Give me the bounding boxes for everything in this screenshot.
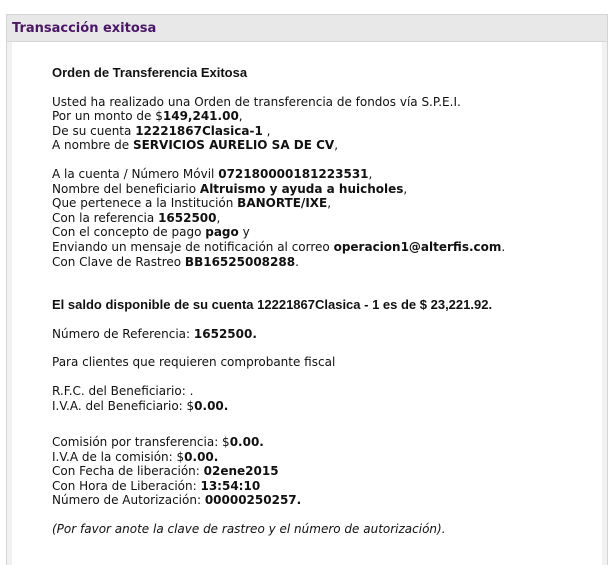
amount-value: 149,241.00 — [162, 109, 239, 124]
email-value: operacion1@alterfis.com — [333, 239, 502, 254]
dest-institution: Que pertenece a la Institución BANORTE/I… — [52, 196, 332, 211]
commission-value: 0.00. — [229, 435, 264, 450]
balance-line: El saldo disponible de su cuenta 1222186… — [52, 297, 493, 313]
authorization-value: 00000250257. — [204, 493, 302, 508]
authorization-number: Número de Autorización: 00000250257. — [52, 493, 302, 508]
dest-concept: Con el concepto de pago pago y — [52, 225, 250, 240]
order-intro: Usted ha realizado una Orden de transfer… — [52, 94, 461, 109]
reference-value: 1652500 — [158, 210, 217, 225]
fiscal-note: Para clientes que requieren comprobante … — [52, 355, 336, 370]
panel-title: Transacción exitosa — [7, 15, 607, 42]
reference-number-value: 1652500. — [193, 326, 257, 341]
dest-tracking: Con Clave de Rastreo BB16525008288. — [52, 254, 299, 269]
dest-reference: Con la referencia 1652500, — [52, 210, 221, 225]
order-amount: Por un monto de $149,241.00, — [52, 109, 243, 124]
dest-beneficiary: Nombre del beneficiario Altruismo y ayud… — [52, 181, 408, 196]
fiscal-iva: I.V.A. del Beneficiario: $0.00. — [52, 398, 229, 413]
order-account: De su cuenta 12221867Clasica-1 , — [52, 123, 271, 138]
fiscal-iva-value: 0.00. — [194, 398, 229, 413]
receipt-card: Orden de Transferencia Exitosa Usted ha … — [12, 42, 602, 565]
release-date: Con Fecha de liberación: 02ene2015 — [52, 464, 279, 479]
reference-number: Número de Referencia: 1652500. — [52, 326, 257, 341]
release-date-value: 02ene2015 — [203, 464, 279, 479]
institution-value: BANORTE/IXE — [237, 196, 328, 211]
fee-iva: I.V.A de la comisión: $0.00. — [52, 449, 219, 464]
name-value: SERVICIOS AURELIO SA DE CV — [132, 138, 335, 153]
account-value: 12221867Clasica-1 — [135, 123, 263, 138]
beneficiary-value: Altruismo y ayuda a huicholes — [199, 181, 404, 196]
tracking-note: (Por favor anote la clave de rastreo y e… — [52, 522, 446, 537]
tracking-value: BB16525008288 — [184, 254, 296, 269]
rfc-value: . — [189, 383, 194, 398]
dest-account: A la cuenta / Número Móvil 0721800001812… — [52, 166, 373, 181]
dest-email: Enviando un mensaje de notificación al c… — [52, 239, 506, 254]
release-time: Con Hora de Liberación: 13:54:10 — [52, 478, 261, 493]
release-time-value: 13:54:10 — [200, 478, 261, 493]
transaction-panel: Transacción exitosa Orden de Transferenc… — [6, 14, 608, 565]
fee-iva-value: 0.00. — [184, 449, 219, 464]
order-heading: Orden de Transferencia Exitosa — [52, 65, 248, 80]
dest-account-value: 072180000181223531 — [218, 166, 369, 181]
order-name: A nombre de SERVICIOS AURELIO SA DE CV, — [52, 138, 339, 153]
fiscal-rfc: R.F.C. del Beneficiario: . — [52, 383, 194, 398]
receipt-content: Orden de Transferencia Exitosa Usted ha … — [52, 65, 572, 537]
concept-value: pago — [205, 225, 239, 240]
fee-commission: Comisión por transferencia: $0.00. — [52, 435, 264, 450]
